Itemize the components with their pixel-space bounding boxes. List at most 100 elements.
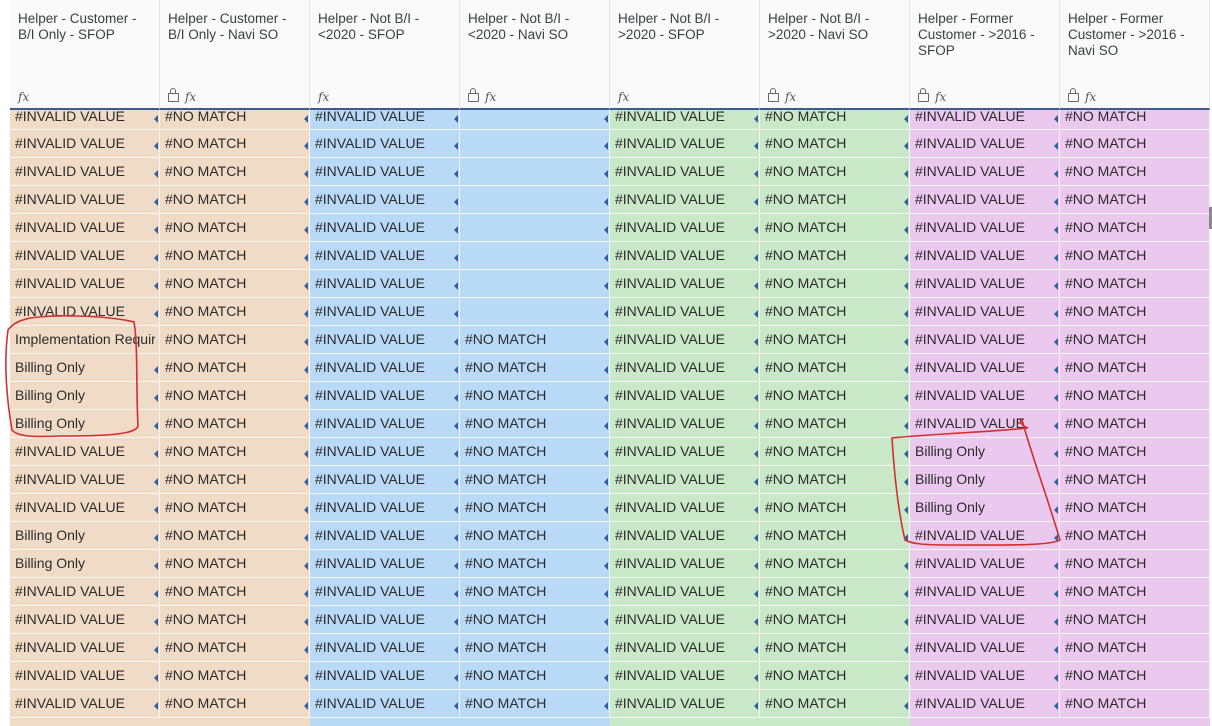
table-cell[interactable]: #NO MATCH <box>160 690 310 718</box>
table-cell[interactable]: #INVALID VALUE <box>10 158 160 186</box>
table-cell[interactable]: #NO MATCH <box>160 326 310 354</box>
table-cell[interactable] <box>460 270 610 298</box>
column-header[interactable]: Helper - Former Customer - >2016 - SFOP f… <box>910 0 1060 110</box>
table-cell[interactable]: #INVALID VALUE <box>10 130 160 158</box>
table-cell[interactable]: #INVALID VALUE <box>10 634 160 662</box>
table-cell[interactable]: #NO MATCH <box>160 354 310 382</box>
table-cell[interactable] <box>460 186 610 214</box>
table-cell[interactable]: #INVALID VALUE <box>10 494 160 522</box>
table-cell[interactable]: #NO MATCH <box>760 130 910 158</box>
table-cell[interactable]: #NO MATCH <box>1060 354 1210 382</box>
table-cell[interactable]: #NO MATCH <box>160 298 310 326</box>
table-cell[interactable]: #INVALID VALUE <box>310 634 460 662</box>
table-cell[interactable]: #NO MATCH <box>1060 270 1210 298</box>
table-cell[interactable]: #NO MATCH <box>160 438 310 466</box>
table-cell[interactable]: #INVALID VALUE <box>910 690 1060 718</box>
table-cell[interactable]: #NO MATCH <box>1060 382 1210 410</box>
column-header[interactable]: Helper - Not B/I - >2020 - Navi SO fx <box>760 0 910 110</box>
table-cell[interactable]: #INVALID VALUE <box>610 186 760 214</box>
table-cell[interactable]: #INVALID VALUE <box>310 578 460 606</box>
table-cell[interactable]: Billing Only <box>10 522 160 550</box>
table-cell[interactable]: #INVALID VALUE <box>610 354 760 382</box>
table-cell[interactable]: #INVALID VALUE <box>310 606 460 634</box>
table-cell[interactable]: #NO MATCH <box>760 634 910 662</box>
table-cell[interactable] <box>460 214 610 242</box>
table-cell[interactable]: #NO MATCH <box>160 382 310 410</box>
table-cell[interactable]: #INVALID VALUE <box>610 662 760 690</box>
table-cell[interactable] <box>460 242 610 270</box>
table-cell[interactable]: #INVALID VALUE <box>310 298 460 326</box>
table-cell[interactable]: #NO MATCH <box>460 634 610 662</box>
table-cell[interactable]: #NO MATCH <box>760 606 910 634</box>
table-cell[interactable]: #NO MATCH <box>760 690 910 718</box>
table-cell[interactable]: #NO MATCH <box>760 242 910 270</box>
table-cell[interactable]: #INVALID VALUE <box>910 270 1060 298</box>
table-cell[interactable]: #INVALID VALUE <box>310 438 460 466</box>
table-cell[interactable]: #INVALID VALUE <box>310 130 460 158</box>
table-cell[interactable]: #NO MATCH <box>1060 690 1210 718</box>
table-cell[interactable]: #NO MATCH <box>460 662 610 690</box>
table-cell[interactable]: #INVALID VALUE <box>910 130 1060 158</box>
table-cell[interactable]: #INVALID VALUE <box>610 522 760 550</box>
table-cell[interactable]: #INVALID VALUE <box>610 326 760 354</box>
table-cell[interactable]: #INVALID VALUE <box>610 634 760 662</box>
table-cell[interactable]: #NO MATCH <box>760 494 910 522</box>
table-cell[interactable]: #NO MATCH <box>1060 130 1210 158</box>
table-cell[interactable]: #INVALID VALUE <box>910 158 1060 186</box>
table-cell[interactable]: Billing Only <box>910 466 1060 494</box>
table-cell[interactable]: #NO MATCH <box>1060 662 1210 690</box>
table-cell[interactable]: #INVALID VALUE <box>310 690 460 718</box>
table-cell[interactable]: #INVALID VALUE <box>310 522 460 550</box>
table-cell[interactable]: #INVALID VALUE <box>10 662 160 690</box>
column-header[interactable]: Helper - Not B/I - <2020 - SFOP fx <box>310 0 460 110</box>
table-cell[interactable]: #NO MATCH <box>460 606 610 634</box>
table-cell[interactable]: #INVALID VALUE <box>610 108 760 130</box>
table-cell[interactable]: #INVALID VALUE <box>610 690 760 718</box>
table-cell[interactable]: #NO MATCH <box>1060 522 1210 550</box>
table-cell[interactable]: Implementation Required <box>10 326 160 354</box>
table-cell[interactable]: #INVALID VALUE <box>910 214 1060 242</box>
column-header[interactable]: Helper - Not B/I - >2020 - SFOP fx <box>610 0 760 110</box>
table-cell[interactable]: #NO MATCH <box>460 326 610 354</box>
table-cell[interactable]: #NO MATCH <box>160 494 310 522</box>
table-cell[interactable]: #INVALID VALUE <box>610 214 760 242</box>
table-cell[interactable]: #NO MATCH <box>760 522 910 550</box>
table-cell[interactable]: #INVALID VALUE <box>10 270 160 298</box>
table-cell[interactable]: #NO MATCH <box>460 382 610 410</box>
table-cell[interactable]: #NO MATCH <box>160 130 310 158</box>
table-cell[interactable]: #NO MATCH <box>760 466 910 494</box>
table-cell[interactable]: #INVALID VALUE <box>910 186 1060 214</box>
table-cell[interactable]: #NO MATCH <box>1060 466 1210 494</box>
table-cell[interactable]: Billing Only <box>910 438 1060 466</box>
table-cell[interactable]: #INVALID VALUE <box>10 438 160 466</box>
table-cell[interactable]: #INVALID VALUE <box>310 270 460 298</box>
table-cell[interactable]: #NO MATCH <box>760 410 910 438</box>
table-cell[interactable]: Billing Only <box>10 410 160 438</box>
table-cell[interactable]: #NO MATCH <box>160 158 310 186</box>
table-cell[interactable]: #INVALID VALUE <box>910 578 1060 606</box>
table-cell[interactable]: #NO MATCH <box>760 108 910 130</box>
table-cell[interactable]: #NO MATCH <box>760 354 910 382</box>
table-cell[interactable]: #NO MATCH <box>1060 606 1210 634</box>
table-cell[interactable]: #NO MATCH <box>160 606 310 634</box>
table-cell[interactable]: #INVALID VALUE <box>10 690 160 718</box>
table-cell[interactable]: #NO MATCH <box>160 270 310 298</box>
table-cell[interactable]: #INVALID VALUE <box>910 634 1060 662</box>
table-cell[interactable]: #NO MATCH <box>1060 550 1210 578</box>
table-cell[interactable]: #INVALID VALUE <box>310 242 460 270</box>
table-cell[interactable]: #NO MATCH <box>160 108 310 130</box>
table-cell[interactable]: #NO MATCH <box>160 634 310 662</box>
table-cell[interactable]: #NO MATCH <box>760 270 910 298</box>
table-cell[interactable]: #NO MATCH <box>1060 438 1210 466</box>
table-cell[interactable]: #NO MATCH <box>1060 186 1210 214</box>
table-cell[interactable]: #NO MATCH <box>1060 108 1210 130</box>
table-cell[interactable]: #NO MATCH <box>160 186 310 214</box>
table-cell[interactable]: #INVALID VALUE <box>910 606 1060 634</box>
table-cell[interactable]: #NO MATCH <box>460 494 610 522</box>
table-cell[interactable]: #NO MATCH <box>160 214 310 242</box>
table-cell[interactable]: #INVALID VALUE <box>10 466 160 494</box>
table-cell[interactable]: #INVALID VALUE <box>310 550 460 578</box>
table-cell[interactable]: #INVALID VALUE <box>910 662 1060 690</box>
table-cell[interactable]: #INVALID VALUE <box>10 186 160 214</box>
table-cell[interactable]: #NO MATCH <box>1060 634 1210 662</box>
